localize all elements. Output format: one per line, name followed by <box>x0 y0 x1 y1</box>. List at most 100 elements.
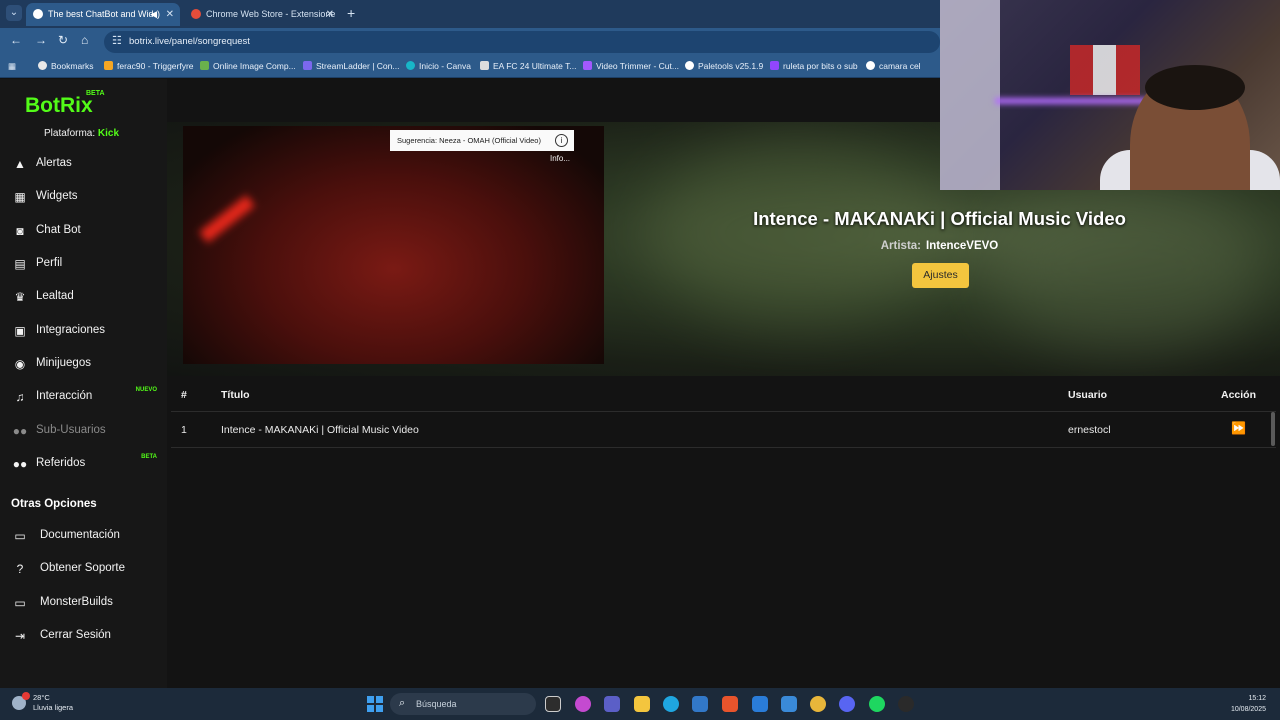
sidebar-item-label: Interacción <box>36 390 93 402</box>
store-icon[interactable] <box>692 696 708 712</box>
sidebar-item-label: Sub-Usuarios <box>36 424 106 436</box>
bookmark-item[interactable]: ruleta por bits o sub <box>770 61 858 71</box>
task-view-icon[interactable] <box>545 696 561 712</box>
laptop-icon: ▭ <box>14 596 26 610</box>
bookmark-item[interactable]: StreamLadder | Con... <box>303 61 399 71</box>
bookmark-item[interactable]: camara cel <box>866 61 921 71</box>
file-explorer-icon[interactable] <box>634 696 650 712</box>
question-icon: ? <box>16 562 24 576</box>
apps-icon[interactable]: ▦ <box>8 61 16 72</box>
photos-icon[interactable] <box>781 696 797 712</box>
sidebar-item-documentacion[interactable]: ▭ Documentación <box>0 521 167 551</box>
trophy-icon: ♛ <box>14 290 26 304</box>
system-clock[interactable]: 15:12 10/08/2025 <box>1224 693 1266 715</box>
sidebar-item-label: Lealtad <box>36 290 74 302</box>
sidebar-item-perfil[interactable]: ▤ Perfil <box>0 249 167 279</box>
sidebar-item-minijuegos[interactable]: ◉ Minijuegos <box>0 349 167 379</box>
site-settings-icon[interactable]: ☷ <box>112 34 122 47</box>
web-store-favicon-icon <box>191 9 201 19</box>
info-icon[interactable]: i <box>555 134 568 147</box>
teams-icon[interactable] <box>604 696 620 712</box>
sidebar-item-label: Chat Bot <box>36 224 81 236</box>
bookmark-item[interactable]: Video Trimmer - Cut... <box>583 61 679 71</box>
section-title: Otras Opciones <box>11 498 97 510</box>
platform-value: Kick <box>97 128 120 139</box>
back-icon[interactable]: ← <box>10 33 22 47</box>
sidebar-item-widgets[interactable]: ▦ Widgets <box>0 182 167 212</box>
obs-icon[interactable] <box>898 696 914 712</box>
windows-start-icon[interactable] <box>367 696 383 712</box>
grid-icon: ▦ <box>14 190 26 204</box>
webcam-flag <box>1070 45 1140 95</box>
logout-icon: ⇥ <box>14 629 26 643</box>
discord-icon[interactable] <box>839 696 855 712</box>
sidebar-item-chat-bot[interactable]: ◙ Chat Bot <box>0 216 167 246</box>
tab-search-icon[interactable]: ⌄ <box>6 5 22 21</box>
queue-table-header: # Título Usuario Acción <box>171 379 1276 412</box>
chrome-icon[interactable] <box>810 696 826 712</box>
bookmark-item[interactable]: Inicio - Canva <box>406 61 471 71</box>
new-tab-icon[interactable]: + <box>347 5 355 21</box>
bookmark-item[interactable]: EA FC 24 Ultimate T... <box>480 61 576 71</box>
sidebar-item-label: Referidos <box>36 457 86 469</box>
warning-icon: ▲ <box>14 157 26 171</box>
mail-icon[interactable] <box>752 696 768 712</box>
sidebar-item-interaccion[interactable]: ♫ Interacción NUEVO <box>0 382 167 412</box>
speaker-icon[interactable]: ◀) <box>150 3 160 26</box>
botrix-logo[interactable]: BotRix <box>25 94 93 118</box>
video-frame <box>199 195 255 243</box>
sidebar-item-label: Obtener Soporte <box>40 562 126 574</box>
taskbar-search[interactable]: ⌕ Búsqueda <box>390 693 536 715</box>
row-title: Intence - MAKANAKi | Official Music Vide… <box>221 424 419 436</box>
settings-button[interactable]: Ajustes <box>912 263 969 288</box>
skip-song-icon[interactable]: ⏩ <box>1231 421 1246 435</box>
info-label[interactable]: Info... <box>550 154 570 163</box>
bookmark-favicon-icon <box>104 61 113 70</box>
users-icon: ●● <box>12 457 28 471</box>
sidebar-item-alertas[interactable]: ▲ Alertas <box>0 149 167 179</box>
beta-badge: BETA <box>141 454 157 460</box>
scrollbar[interactable] <box>1271 412 1275 446</box>
artist-line: Artista: IntenceVEVO <box>687 240 1192 252</box>
bookmark-item[interactable]: Online Image Comp... <box>200 61 296 71</box>
reload-icon[interactable]: ↻ <box>58 33 68 47</box>
temperature: 28°C <box>33 693 50 702</box>
column-header-number: # <box>181 389 187 401</box>
sidebar-item-integraciones[interactable]: ▣ Integraciones <box>0 316 167 346</box>
close-tab-icon[interactable]: ✕ <box>326 3 334 26</box>
sidebar-item-label: MonsterBuilds <box>40 596 113 608</box>
suggestion-overlay[interactable]: Sugerencia: Neeza - OMAH (Official Video… <box>390 130 574 151</box>
edge-icon[interactable] <box>663 696 679 712</box>
app-icon[interactable] <box>722 696 738 712</box>
close-tab-icon[interactable]: ✕ <box>166 3 174 26</box>
beta-badge: BETA <box>86 90 105 97</box>
sidebar-item-cerrar-sesion[interactable]: ⇥ Cerrar Sesión <box>0 621 167 651</box>
forward-icon[interactable]: → <box>35 33 47 47</box>
bookmark-favicon-icon <box>406 61 415 70</box>
column-header-action: Acción <box>1221 389 1257 401</box>
new-badge: NUEVO <box>135 387 157 393</box>
copilot-icon[interactable] <box>575 696 591 712</box>
sidebar-item-referidos[interactable]: ●● Referidos BETA <box>0 449 167 479</box>
tab-botrix[interactable]: The best ChatBot and Wid ◀) ✕ <box>26 3 180 26</box>
home-icon[interactable]: ⌂ <box>81 33 88 47</box>
sidebar-item-obtener-soporte[interactable]: ? Obtener Soporte <box>0 554 167 584</box>
bookmark-favicon-icon <box>770 61 779 70</box>
bookmark-item[interactable]: Paletools v25.1.9 <box>685 61 763 71</box>
bookmark-item[interactable]: ferac90 - Triggerfyre <box>104 61 194 71</box>
bookmark-favicon-icon <box>866 61 875 70</box>
sidebar-item-label: Minijuegos <box>36 357 91 369</box>
sidebar-item-lealtad[interactable]: ♛ Lealtad <box>0 282 167 312</box>
sidebar-item-sub-usuarios[interactable]: ●● Sub-Usuarios <box>0 416 167 446</box>
platform-label: Plataforma: <box>44 128 96 139</box>
url-text: botrix.live/panel/songrequest <box>129 36 250 47</box>
sidebar-item-monsterbuilds[interactable]: ▭ MonsterBuilds <box>0 588 167 618</box>
webcam-overlay <box>940 0 1280 190</box>
address-bar[interactable]: ☷ botrix.live/panel/songrequest <box>104 31 940 53</box>
tab-chrome-web-store[interactable]: Chrome Web Store - Extensione ✕ <box>184 3 340 26</box>
bookmark-item[interactable]: Bookmarks <box>38 61 94 71</box>
spotify-icon[interactable] <box>869 696 885 712</box>
video-player[interactable] <box>183 126 604 364</box>
clock-date: 10/08/2025 <box>1230 706 1266 713</box>
tab-title: The best ChatBot and Wid <box>48 9 154 19</box>
